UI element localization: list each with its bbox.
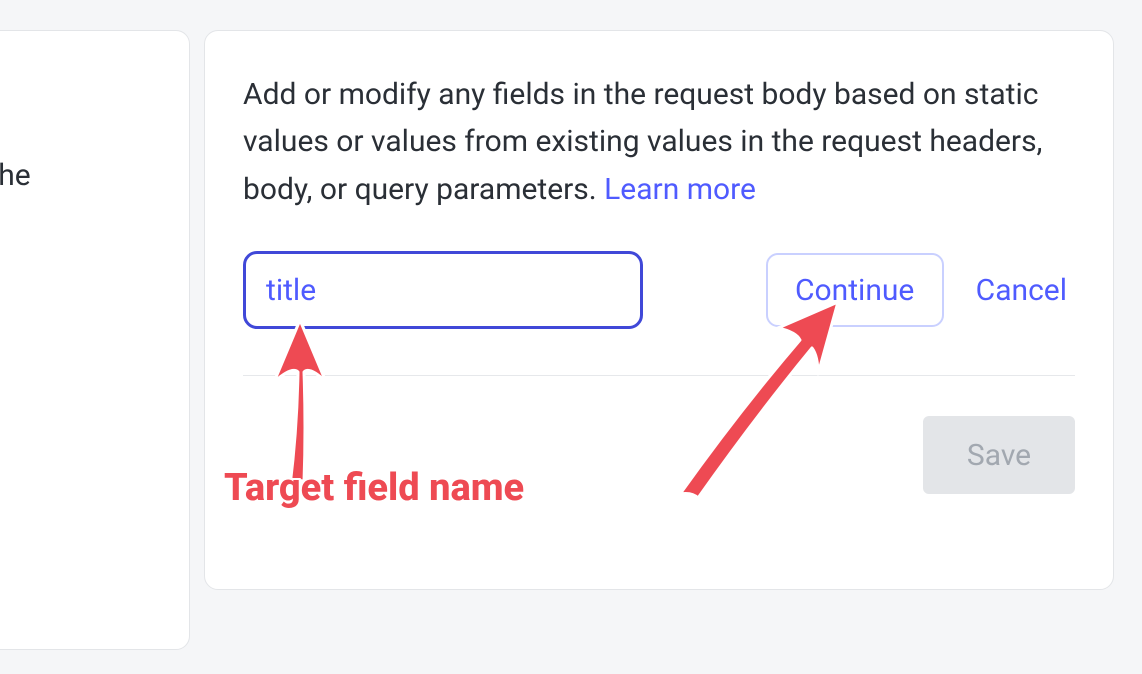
learn-more-link[interactable]: Learn more	[604, 172, 756, 207]
cancel-link[interactable]: Cancel	[976, 273, 1067, 308]
actions-row: Save	[243, 416, 1075, 494]
target-field-name-input[interactable]	[243, 251, 643, 329]
field-name-form-row: Continue Cancel	[243, 251, 1075, 376]
save-button: Save	[923, 416, 1075, 494]
left-panel-card: ey to the	[0, 30, 190, 650]
main-config-card: Add or modify any fields in the request …	[204, 30, 1114, 590]
continue-button[interactable]: Continue	[766, 253, 944, 327]
field-override-description: Add or modify any fields in the request …	[243, 71, 1075, 213]
left-panel-text-fragment: ey to the	[0, 153, 153, 198]
